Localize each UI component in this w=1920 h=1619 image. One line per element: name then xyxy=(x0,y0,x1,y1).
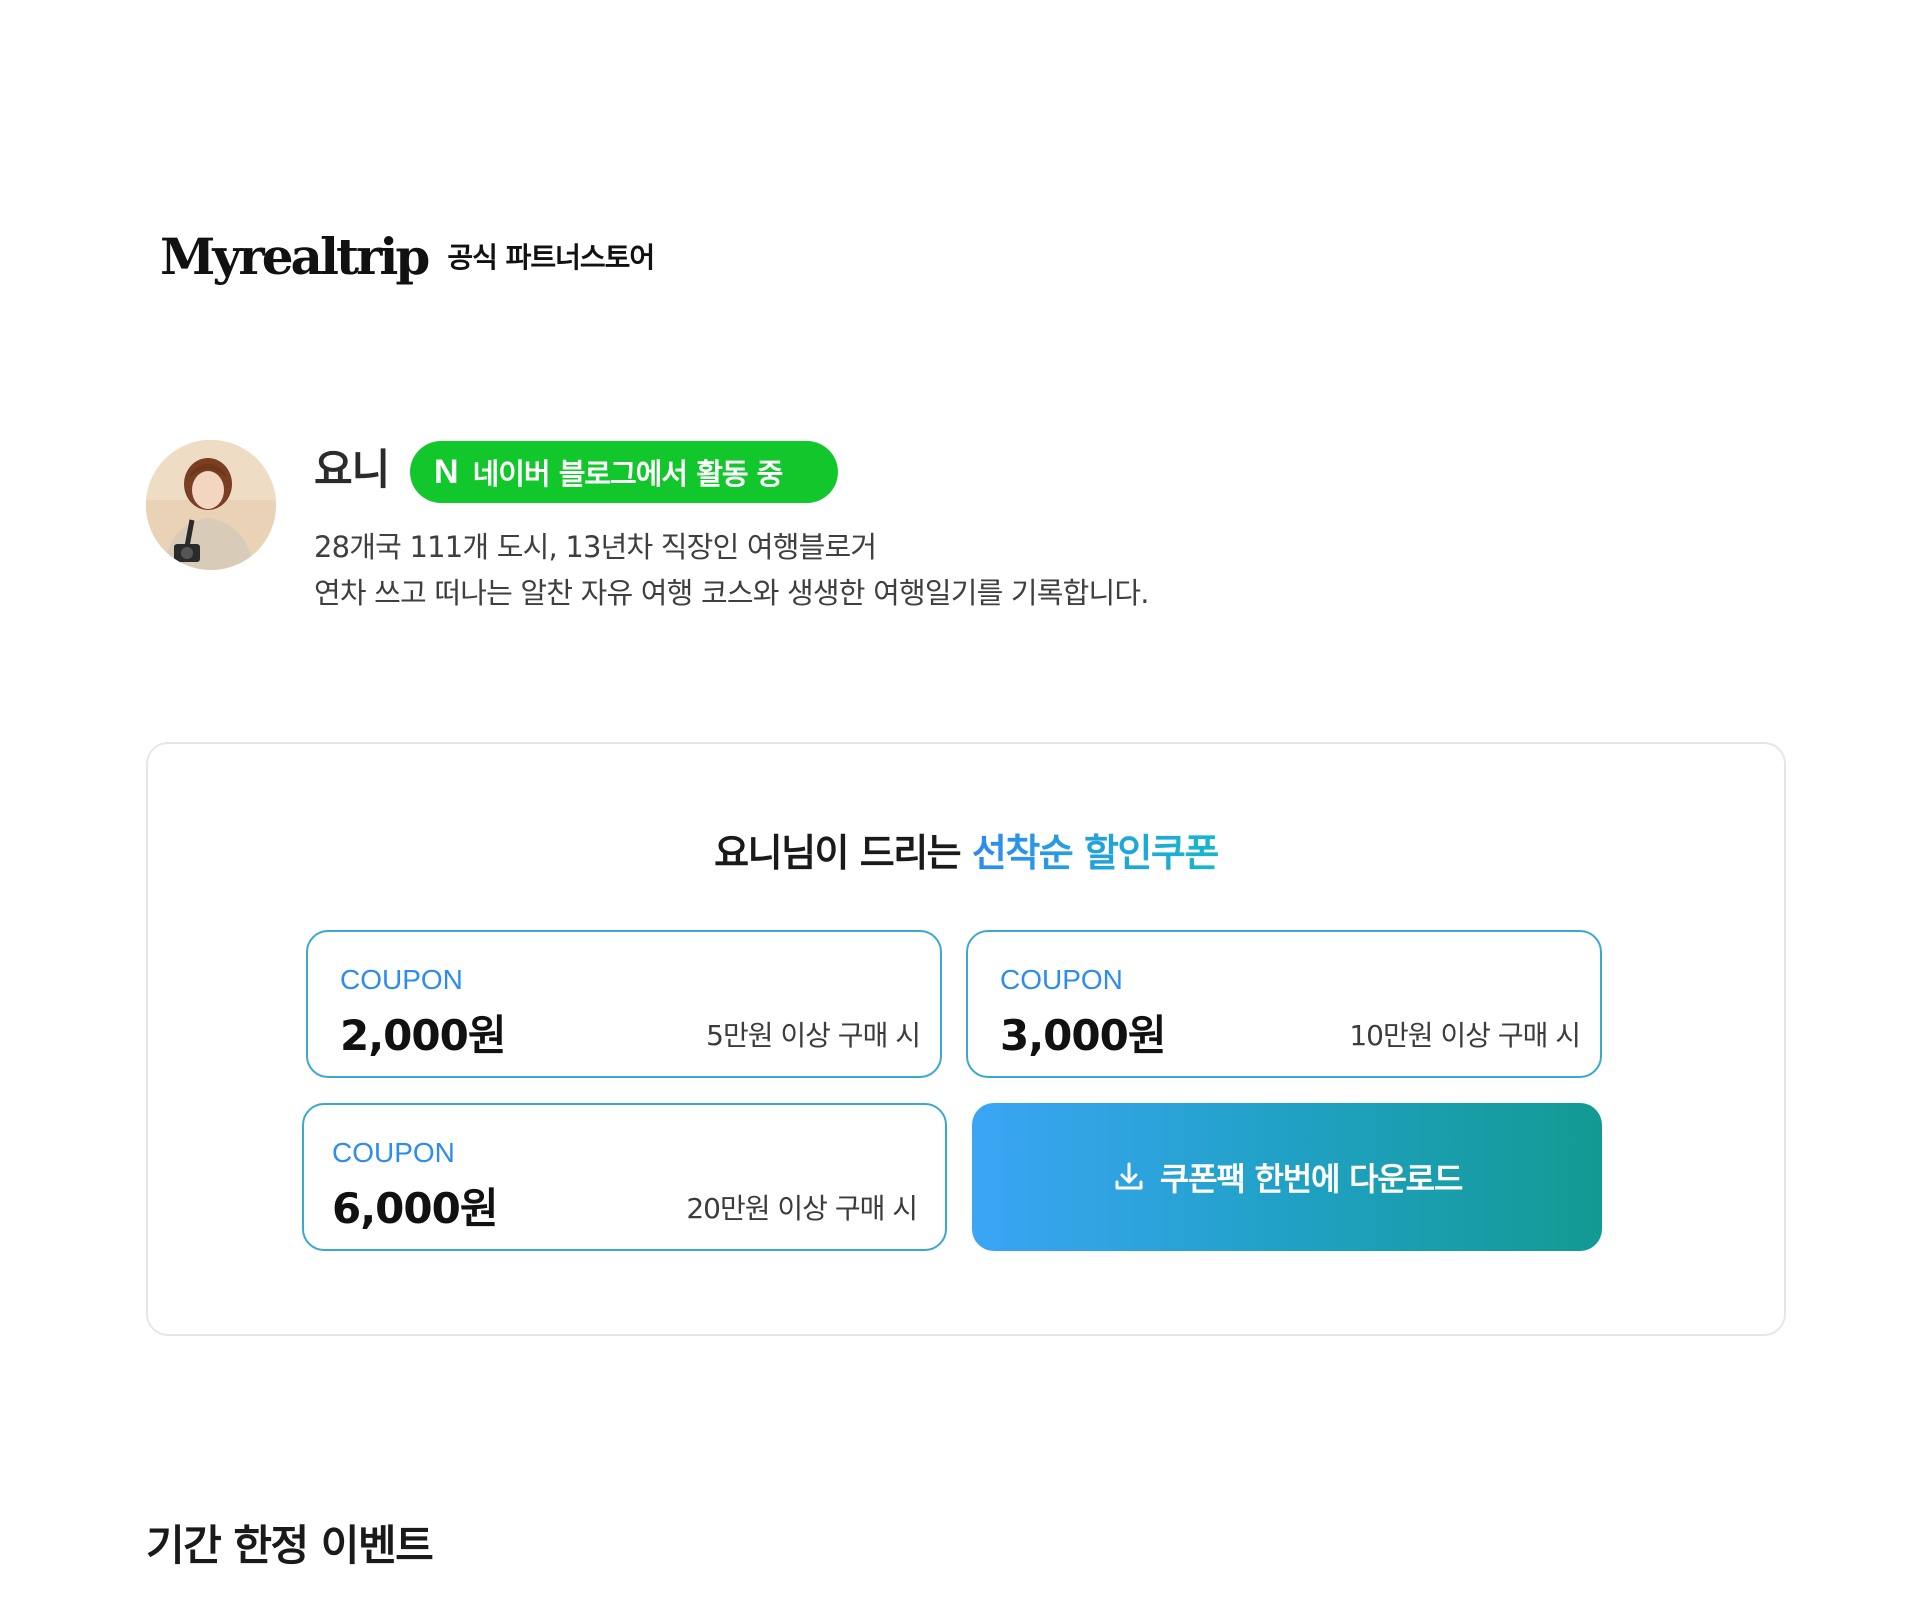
profile-description: 28개국 111개 도시, 13년차 직장인 여행블로거 연차 쓰고 떠나는 알… xyxy=(314,524,1150,616)
coupon-section-title: 요니님이 드리는 선착순 할인쿠폰 xyxy=(0,822,1920,877)
coupon-condition: 20만원 이상 구매 시 xyxy=(686,1192,918,1225)
naver-badge-text: 네이버 블로그에서 활동 중 xyxy=(472,457,784,491)
coupon-2000[interactable]: COUPON 2,000원 5만원 이상 구매 시 xyxy=(306,930,942,1078)
profile-description-line: 연차 쓰고 떠나는 알찬 자유 여행 코스와 생생한 여행일기를 기록합니다. xyxy=(314,576,1150,610)
coupon-amount: 6,000원 xyxy=(332,1184,498,1233)
avatar-photo xyxy=(146,440,276,570)
coupon-amount: 2,000원 xyxy=(340,1011,506,1060)
coupon-condition: 5만원 이상 구매 시 xyxy=(706,1019,921,1052)
download-icon xyxy=(1112,1160,1146,1194)
coupon-condition: 10만원 이상 구매 시 xyxy=(1349,1019,1581,1052)
coupon-title-accent: 선착순 할인쿠폰 xyxy=(971,831,1219,875)
coupon-label: COUPON xyxy=(332,1137,455,1168)
coupon-label: COUPON xyxy=(1000,964,1123,995)
download-coupon-pack-button[interactable]: 쿠폰팩 한번에 다운로드 xyxy=(972,1103,1602,1251)
logo-text: Myrealtrip xyxy=(160,227,430,286)
profile-description-line: 28개국 111개 도시, 13년차 직장인 여행블로거 xyxy=(314,530,877,564)
brand-header: Myrealtrip 공식 파트너스토어 xyxy=(160,222,655,282)
myrealtrip-logo[interactable]: Myrealtrip xyxy=(160,232,430,282)
limited-event-title: 기간 한정 이벤트 xyxy=(146,1521,434,1570)
coupon-6000[interactable]: COUPON 6,000원 20만원 이상 구매 시 xyxy=(302,1103,947,1251)
naver-icon: N xyxy=(434,453,459,491)
avatar xyxy=(146,440,276,570)
coupon-amount: 3,000원 xyxy=(1000,1011,1166,1060)
coupon-3000[interactable]: COUPON 3,000원 10만원 이상 구매 시 xyxy=(966,930,1602,1078)
partner-store-label: 공식 파트너스토어 xyxy=(447,241,655,274)
coupon-label: COUPON xyxy=(340,964,463,995)
naver-blog-badge[interactable]: N 네이버 블로그에서 활동 중 xyxy=(410,441,838,503)
download-button-label: 쿠폰팩 한번에 다운로드 xyxy=(1159,1160,1463,1198)
coupon-title-prefix: 요니님이 드리는 xyxy=(714,831,972,875)
profile-name: 요니 xyxy=(314,445,390,494)
